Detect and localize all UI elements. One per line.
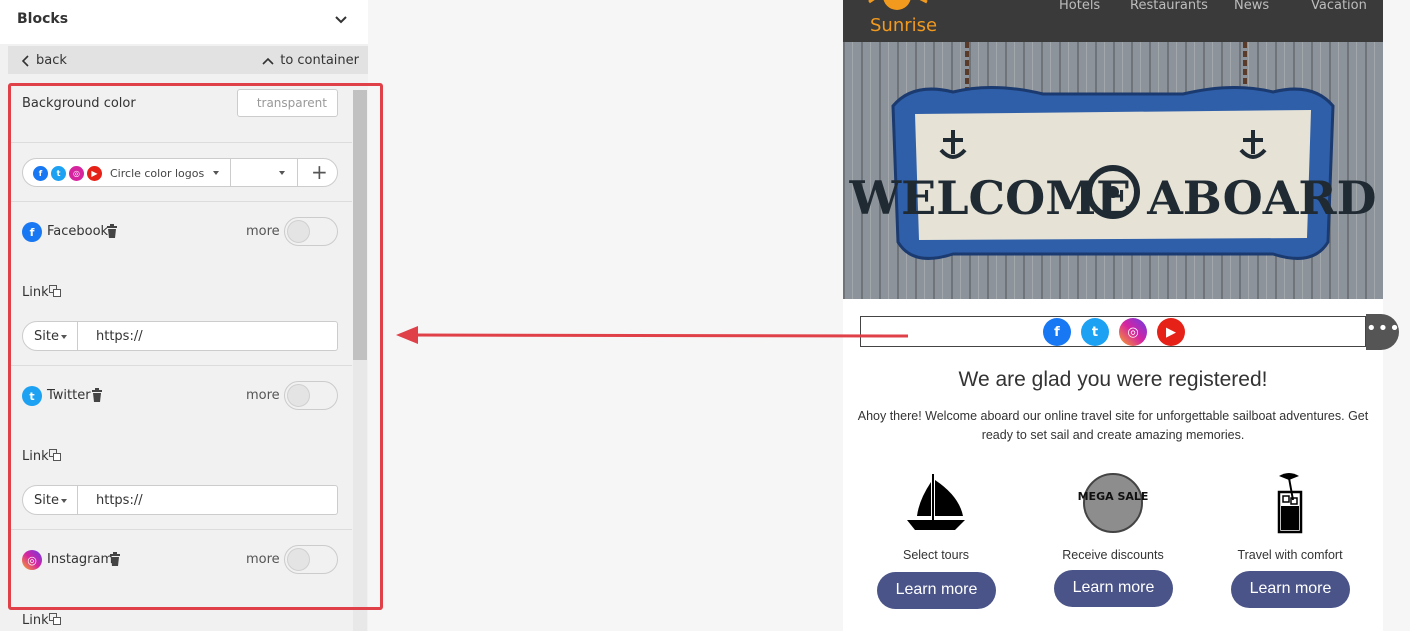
back-label: back [36,53,67,68]
instagram-icon: ◎ [22,550,42,570]
feature-comfort: Travel with comfort [1215,470,1365,562]
learn-more-button[interactable]: Learn more [1231,571,1350,608]
caret-down-icon [61,499,67,503]
instagram-icon[interactable]: ◎ [1119,318,1147,346]
toggle-knob [287,220,310,243]
logo-style-label: Circle color logos [110,167,205,180]
twitter-icon: t [51,166,66,181]
instagram-more-label: more [246,552,280,567]
background-color-value: transparent [256,96,327,110]
trash-icon[interactable] [91,388,103,402]
chevron-down-icon[interactable] [334,13,348,27]
background-color-picker[interactable]: transparent [237,89,338,117]
divider [8,365,352,366]
facebook-icon: f [33,166,48,181]
twitter-label: Twitter [47,388,91,403]
twitter-icon[interactable]: t [1081,318,1109,346]
nav-restaurants[interactable]: Restaurants [1130,0,1208,13]
facebook-link-input-group: Site https:// [22,321,338,351]
divider [8,201,352,202]
email-preview: Sunrise Hotels Restaurants News Vacation… [843,0,1400,631]
facebook-icon: f [22,222,42,242]
to-container-label: to container [280,53,359,68]
logo-style-select[interactable]: f t ◎ ▶ Circle color logos + [22,158,338,187]
chevron-up-icon [262,57,274,65]
feature-caption: Select tours [902,548,969,562]
feature-caption: Travel with comfort [1237,548,1343,562]
learn-more-button[interactable]: Learn more [1054,570,1173,607]
logo-preview: f t ◎ ▶ [33,166,102,181]
copy-icon[interactable] [49,285,61,297]
copy-icon[interactable] [49,449,61,461]
add-network-button[interactable]: + [311,161,328,183]
instagram-icon: ◎ [69,166,84,181]
separator [77,486,78,514]
background-color-label: Background color [22,96,136,111]
twitter-link-label: Link [22,449,49,464]
site-select[interactable]: Site [34,329,59,344]
settings-scrollbar[interactable] [353,90,367,631]
brand-name: Sunrise [870,15,938,36]
toggle-knob [287,384,310,407]
hero-image: WELCOME ABOARD [843,42,1383,299]
block-options-button[interactable]: ••• [1366,314,1400,350]
facebook-url-input[interactable]: https:// [96,329,143,344]
trash-icon[interactable] [106,224,118,238]
mega-sale-icon: MEGA SALE [1078,473,1148,533]
separator [297,159,298,186]
toggle-knob [287,548,310,571]
feature-caption: Receive discounts [1062,548,1164,562]
divider [8,142,352,143]
feature-tours: Select tours [861,470,1011,562]
twitter-icon: t [22,386,42,406]
separator [230,159,231,186]
panel-header[interactable]: Blocks [0,0,368,44]
twitter-more-toggle[interactable] [284,381,338,410]
sun-logo-icon [868,0,928,10]
email-paragraph: Ahoy there! Welcome aboard our online tr… [857,409,1369,442]
facebook-label: Facebook [47,224,109,239]
youtube-icon[interactable]: ▶ [1157,318,1185,346]
instagram-label: Instagram [47,552,114,567]
welcome-sign-image: WELCOME ABOARD [843,42,1383,299]
back-button[interactable]: back [22,53,67,68]
email-heading: We are glad you were registered! [958,368,1268,391]
social-icons: f t ◎ ▶ [1043,318,1185,346]
instagram-more-toggle[interactable] [284,545,338,574]
youtube-icon: ▶ [87,166,102,181]
preview-header: Sunrise Hotels Restaurants News Vacation [843,0,1383,42]
caret-down-icon [213,171,219,175]
twitter-more-label: more [246,388,280,403]
separator [77,322,78,350]
nav-vacation[interactable]: Vacation [1311,0,1367,13]
site-select[interactable]: Site [34,493,59,508]
social-block[interactable]: f t ◎ ▶ [860,316,1366,347]
scrollbar-thumb[interactable] [353,90,367,360]
divider [8,529,352,530]
panel-navbar: back to container [8,46,368,74]
feature-discounts: MEGA SALE Receive discounts [1038,470,1188,562]
facebook-more-label: more [246,224,280,239]
instagram-link-label: Link [22,613,49,628]
to-container-button[interactable]: to container [262,53,359,68]
cocktail-icon [1277,473,1303,534]
panel-title: Blocks [17,11,69,27]
nav-news[interactable]: News [1234,0,1269,13]
size-select-caret-icon[interactable] [279,171,285,175]
twitter-link-input-group: Site https:// [22,485,338,515]
learn-more-button[interactable]: Learn more [877,572,996,609]
facebook-icon[interactable]: f [1043,318,1071,346]
facebook-link-label: Link [22,285,49,300]
trash-icon[interactable] [109,552,121,566]
chevron-left-icon [22,54,29,67]
facebook-more-toggle[interactable] [284,217,338,246]
nav-hotels[interactable]: Hotels [1059,0,1100,13]
caret-down-icon [61,335,67,339]
copy-icon[interactable] [49,613,61,625]
twitter-url-input[interactable]: https:// [96,493,143,508]
annotation-arrow [396,326,909,344]
mega-sale-text: MEGA SALE [1078,490,1148,503]
sailboat-icon [907,474,965,530]
